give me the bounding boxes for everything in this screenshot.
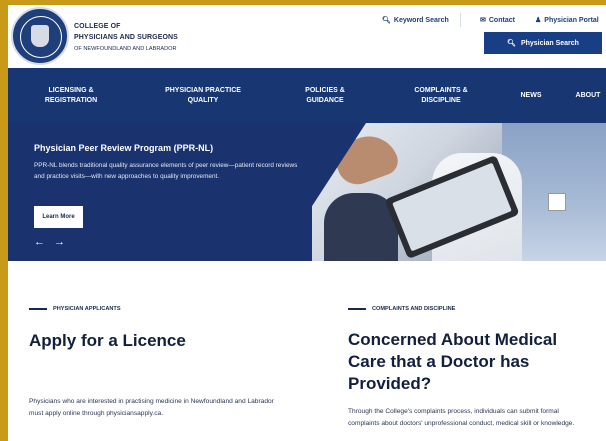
hero-banner: Physician Peer Review Program (PPR-NL) P… bbox=[8, 123, 606, 261]
nav-item-label: REGISTRATION bbox=[44, 96, 98, 104]
college-seal-logo[interactable] bbox=[11, 7, 69, 65]
search-icon: 🔍︎ bbox=[507, 40, 516, 47]
nav-item-licensing[interactable]: LICENSING & REGISTRATION bbox=[28, 68, 114, 123]
section-body: Physicians who are interested in practis… bbox=[29, 398, 274, 417]
nav-item-label: POLICIES & bbox=[305, 86, 345, 94]
org-name-line1: COLLEGE OF bbox=[74, 23, 121, 30]
nav-item-practice-quality[interactable]: PHYSICIAN PRACTICE QUALITY bbox=[153, 68, 253, 123]
physician-applicants-section: PHYSICIAN APPLICANTS Apply for a Licence… bbox=[8, 261, 308, 441]
nav-item-label: ABOUT bbox=[575, 91, 601, 99]
prev-slide-arrow-icon[interactable]: ← bbox=[34, 237, 45, 248]
section-eyebrow: PHYSICIAN APPLICANTS bbox=[29, 306, 121, 312]
nav-item-label: LICENSING & bbox=[48, 86, 94, 94]
section-eyebrow: COMPLAINTS AND DISCIPLINE bbox=[348, 306, 455, 312]
physician-portal-label: Physician Portal bbox=[544, 16, 599, 24]
hero-description: PPR-NL blends traditional quality assura… bbox=[34, 162, 298, 180]
section-heading[interactable]: Apply for a Licence bbox=[29, 331, 186, 351]
page: COLLEGE OF PHYSICIANS AND SURGEONS OF NE… bbox=[8, 5, 606, 441]
nav-item-label: GUIDANCE bbox=[306, 96, 344, 104]
physician-portal-link[interactable]: ♟︎ Physician Portal bbox=[535, 16, 599, 25]
hero-title: Physician Peer Review Program (PPR-NL) bbox=[34, 143, 214, 153]
complaints-section: COMPLAINTS AND DISCIPLINE Concerned Abou… bbox=[308, 261, 606, 441]
section-body: Through the College's complaints process… bbox=[348, 408, 575, 427]
contact-label: Contact bbox=[488, 16, 515, 24]
heading-line: Provided? bbox=[348, 374, 432, 393]
nav-item-about[interactable]: ABOUT bbox=[570, 68, 606, 123]
next-slide-arrow-icon[interactable]: → bbox=[54, 237, 65, 248]
header-divider bbox=[460, 13, 461, 27]
main-nav: LICENSING & REGISTRATION PHYSICIAN PRACTI… bbox=[8, 68, 606, 123]
heading-line: Care that a Doctor has bbox=[348, 352, 530, 371]
section-heading[interactable]: Concerned About Medical Care that a Doct… bbox=[348, 329, 606, 395]
hero-photo-doctor-tablet bbox=[312, 123, 606, 261]
org-name-line3: OF NEWFOUNDLAND AND LABRADOR bbox=[74, 46, 177, 52]
users-icon: ♟︎ bbox=[535, 17, 542, 24]
nav-item-label: DISCIPLINE bbox=[421, 96, 461, 104]
search-icon: 🔍︎ bbox=[382, 17, 391, 24]
nav-item-policies[interactable]: POLICIES & GUIDANCE bbox=[290, 68, 360, 123]
nav-item-label: QUALITY bbox=[187, 96, 219, 104]
nav-item-label: NEWS bbox=[520, 91, 542, 99]
org-name[interactable]: COLLEGE OF PHYSICIANS AND SURGEONS OF NE… bbox=[74, 21, 178, 55]
nav-item-complaints[interactable]: COMPLAINTS & DISCIPLINE bbox=[406, 68, 476, 123]
nav-item-news[interactable]: NEWS bbox=[514, 68, 548, 123]
photo-badge bbox=[548, 193, 566, 211]
eyebrow-rule bbox=[29, 308, 47, 310]
nav-item-label: PHYSICIAN PRACTICE bbox=[165, 86, 241, 94]
learn-more-button[interactable]: Learn More bbox=[34, 206, 83, 228]
contact-link[interactable]: ✉︎ Contact bbox=[480, 16, 515, 25]
physician-search-button[interactable]: 🔍︎ Physician Search bbox=[484, 32, 602, 54]
eyebrow-label: COMPLAINTS AND DISCIPLINE bbox=[372, 306, 456, 312]
eyebrow-label: PHYSICIAN APPLICANTS bbox=[53, 306, 121, 312]
heading-line: Concerned About Medical bbox=[348, 330, 558, 349]
physician-search-label: Physician Search bbox=[520, 39, 579, 47]
org-name-line2: PHYSICIANS AND SURGEONS bbox=[74, 34, 178, 41]
eyebrow-rule bbox=[348, 308, 366, 310]
site-header: COLLEGE OF PHYSICIANS AND SURGEONS OF NE… bbox=[8, 5, 606, 68]
keyword-search-label: Keyword Search bbox=[393, 16, 449, 24]
envelope-icon: ✉︎ bbox=[480, 17, 486, 24]
keyword-search-link[interactable]: 🔍︎ Keyword Search bbox=[382, 16, 449, 25]
nav-item-label: COMPLAINTS & bbox=[414, 86, 468, 94]
